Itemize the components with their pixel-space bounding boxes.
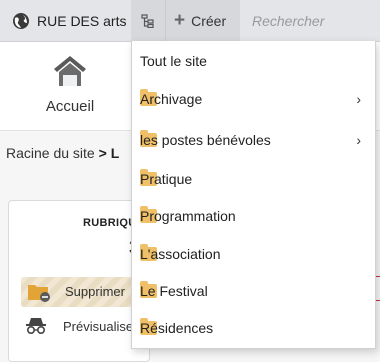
site-tree-button[interactable] bbox=[131, 0, 165, 41]
menu-item-label: Le Festival bbox=[140, 283, 208, 299]
menu-item-le-festival[interactable]: Le Festival bbox=[132, 276, 375, 306]
menu-item-residences[interactable]: Résidences bbox=[132, 313, 375, 343]
breadcrumb-current: L bbox=[110, 145, 120, 161]
card-title: RUBRIQU bbox=[83, 217, 137, 229]
menu-item-pratique[interactable]: Pratique bbox=[132, 164, 375, 194]
menu-item-association[interactable]: L'association bbox=[132, 239, 375, 269]
menu-item-archivage[interactable]: Archivage › bbox=[132, 84, 375, 114]
tree-icon bbox=[141, 13, 154, 28]
create-button[interactable]: + Créer bbox=[165, 0, 240, 41]
chevron-right-icon: › bbox=[356, 91, 361, 107]
breadcrumb-separator: > bbox=[98, 145, 107, 161]
site-tree-dropdown: Tout le site Archivage › les postes béné… bbox=[131, 41, 376, 349]
plus-icon: + bbox=[174, 10, 186, 31]
menu-item-label: Programmation bbox=[140, 208, 236, 224]
home-icon bbox=[54, 56, 86, 86]
site-name: RUE DES arts bbox=[37, 12, 127, 29]
rubric-card: RUBRIQU 3 Supprimer Prévisualise bbox=[8, 200, 150, 362]
menu-item-label: les postes bénévoles bbox=[140, 132, 271, 148]
menu-item-label: Pratique bbox=[140, 171, 193, 187]
menu-item-label: L'association bbox=[140, 246, 221, 262]
menu-item-programmation[interactable]: Programmation bbox=[132, 201, 375, 231]
breadcrumb-root[interactable]: Racine du site bbox=[6, 145, 95, 161]
folder-delete-icon bbox=[28, 285, 50, 302]
home-label: Accueil bbox=[45, 98, 95, 115]
site-brand[interactable]: RUE DES arts bbox=[0, 0, 126, 41]
globe-icon bbox=[13, 12, 29, 29]
menu-item-label: Résidences bbox=[140, 320, 214, 336]
create-label: Créer bbox=[191, 12, 227, 29]
delete-label: Supprimer bbox=[65, 284, 125, 299]
menu-item-tout-le-site[interactable]: Tout le site bbox=[132, 46, 375, 76]
spy-glasses-icon bbox=[26, 318, 46, 335]
chevron-right-icon: › bbox=[356, 132, 361, 148]
search-input[interactable] bbox=[244, 9, 380, 33]
top-bar: RUE DES arts + Créer bbox=[0, 0, 380, 42]
preview-label: Prévisualise bbox=[63, 319, 134, 334]
delete-button[interactable]: Supprimer bbox=[21, 277, 146, 307]
menu-item-label: Archivage bbox=[140, 91, 203, 107]
menu-item-label: Tout le site bbox=[140, 53, 207, 69]
breadcrumb: Racine du site > L bbox=[6, 145, 119, 161]
menu-item-postes-benevoles[interactable]: les postes bénévoles › bbox=[132, 125, 375, 155]
home-link[interactable]: Accueil bbox=[34, 54, 106, 118]
